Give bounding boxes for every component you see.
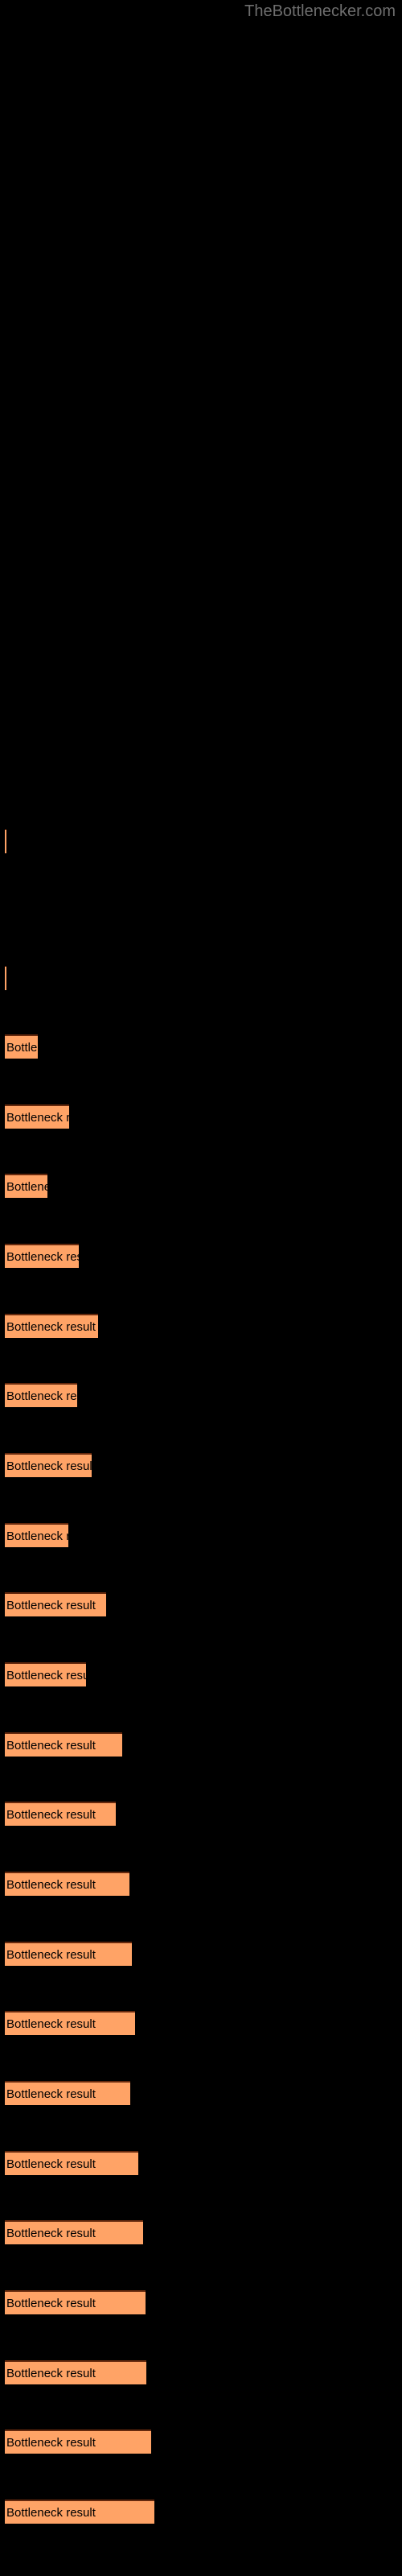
bottleneck-bar[interactable]: Bottleneck result <box>5 1942 132 1966</box>
bar-row: Bottleneck result <box>0 1104 402 1129</box>
bottleneck-bar[interactable]: Bottleneck result <box>5 1314 98 1338</box>
bar-clip: Bottleneck result <box>5 2290 146 2314</box>
bar-clip: Bottleneck result <box>5 1034 38 1059</box>
bottleneck-bar[interactable]: Bottleneck result <box>5 2290 146 2314</box>
bar-row <box>0 966 402 990</box>
bar-row: Bottleneck result <box>0 1802 402 1826</box>
bar-row: Bottleneck result <box>0 1732 402 1757</box>
bar-row: Bottleneck result <box>0 2500 402 2524</box>
bar-label: Bottleneck result <box>6 2017 96 2031</box>
bar-row <box>0 829 402 853</box>
bottleneck-bar[interactable]: Bottleneck result <box>5 1802 116 1826</box>
bottleneck-bar[interactable]: Bottleneck result <box>5 2151 138 2175</box>
bar-label: Bottleneck result <box>6 1459 92 1473</box>
bar-row: Bottleneck result <box>0 2081 402 2105</box>
bar-label: Bottleneck result <box>6 2436 96 2450</box>
bar-label: Bottleneck result <box>6 1878 96 1892</box>
bar-clip: Bottleneck result <box>5 1872 129 1896</box>
bar-row: Bottleneck result <box>0 1314 402 1338</box>
bar-row: Bottleneck result <box>0 2011 402 2035</box>
bar-clip: Bottleneck result <box>5 1662 86 1686</box>
bar-label: Bottleneck result <box>6 1808 96 1822</box>
bottleneck-bar[interactable]: Bottleneck result <box>5 1034 38 1059</box>
bar-clip: Bottleneck result <box>5 2500 154 2524</box>
bar-clip: Bottleneck result <box>5 1802 116 1826</box>
bar-clip: Bottleneck result <box>5 2220 143 2244</box>
bar-row: Bottleneck result <box>0 1034 402 1059</box>
bottleneck-bar[interactable]: Bottleneck result <box>5 2360 146 2384</box>
bar-clip: Bottleneck result <box>5 2011 135 2035</box>
bottleneck-bar[interactable]: Bottleneck result <box>5 1453 92 1477</box>
bar-row: Bottleneck result <box>0 2220 402 2244</box>
bar-label: Bottleneck result <box>6 1599 96 1612</box>
bar-clip <box>5 966 6 990</box>
bar-row: Bottleneck result <box>0 1174 402 1198</box>
bar-label: Bottleneck result <box>6 1180 47 1194</box>
bar-label: Bottleneck result <box>6 2506 96 2520</box>
bar-clip: Bottleneck result <box>5 1104 69 1129</box>
bar-clip: Bottleneck result <box>5 2151 138 2175</box>
bottleneck-bar[interactable]: Bottleneck result <box>5 1104 69 1129</box>
bar-row: Bottleneck result <box>0 1383 402 1407</box>
bottleneck-bar[interactable]: Bottleneck result <box>5 2220 143 2244</box>
bar-clip: Bottleneck result <box>5 1523 68 1547</box>
bar-label: Bottleneck result <box>6 1669 86 1682</box>
bar-clip: Bottleneck result <box>5 1592 106 1616</box>
bottleneck-bar[interactable]: Bottleneck result <box>5 2011 135 2035</box>
bar-clip: Bottleneck result <box>5 1314 98 1338</box>
bar-label: Bottleneck result <box>6 2367 96 2380</box>
bar-clip: Bottleneck result <box>5 1244 79 1268</box>
bottleneck-bar[interactable]: Bottleneck result <box>5 1732 122 1757</box>
bar-row: Bottleneck result <box>0 1592 402 1616</box>
bar-label: Bottleneck result <box>6 1250 79 1264</box>
bar-clip: Bottleneck result <box>5 1453 92 1477</box>
bar-label: Bottleneck result <box>6 1041 38 1055</box>
bar-row: Bottleneck result <box>0 1662 402 1686</box>
bottleneck-bar[interactable]: Bottleneck result <box>5 1523 68 1547</box>
bar-row: Bottleneck result <box>0 2429 402 2454</box>
bar-label: Bottleneck result <box>6 2157 96 2171</box>
bottleneck-bar[interactable]: Bottleneck result <box>5 2500 154 2524</box>
bar-clip <box>5 829 6 853</box>
bottleneck-bar-chart: Bottleneck result Bottleneck result Bottle… <box>0 0 402 2576</box>
bar-clip: Bottleneck result <box>5 2081 130 2105</box>
bar-clip: Bottleneck result <box>5 2429 151 2454</box>
bar-row: Bottleneck result <box>0 1942 402 1966</box>
bar-label: Bottleneck result <box>6 1739 96 1752</box>
bottleneck-bar[interactable]: Bottleneck result <box>5 2081 130 2105</box>
bar-label: Bottleneck result <box>6 2297 96 2310</box>
bottleneck-bar[interactable]: Bottleneck result <box>5 1662 86 1686</box>
bottleneck-bar[interactable]: Bottleneck result <box>5 1174 47 1198</box>
bar-label: Bottleneck result <box>6 1948 96 1962</box>
bar-label: Bottleneck result <box>6 1111 69 1125</box>
bar-row: Bottleneck result <box>0 1872 402 1896</box>
bar-row: Bottleneck result <box>0 2360 402 2384</box>
bottleneck-bar[interactable]: Bottleneck result <box>5 1383 77 1407</box>
bar-label: Bottleneck result <box>6 2227 96 2240</box>
bar-clip: Bottleneck result <box>5 1383 77 1407</box>
bottleneck-bar[interactable]: Bottleneck result <box>5 1592 106 1616</box>
bar-clip: Bottleneck result <box>5 1942 132 1966</box>
bar-row: Bottleneck result <box>0 1523 402 1547</box>
bar-row: Bottleneck result <box>0 1453 402 1477</box>
bar-label: Bottleneck result <box>6 1320 96 1334</box>
bar-clip: Bottleneck result <box>5 1174 47 1198</box>
bar-label: Bottleneck result <box>6 1389 77 1403</box>
bar-row: Bottleneck result <box>0 2290 402 2314</box>
bar-label: Bottleneck result <box>6 1530 68 1543</box>
bottleneck-bar[interactable] <box>5 966 6 990</box>
bar-label: Bottleneck result <box>6 2087 96 2101</box>
bottleneck-bar[interactable]: Bottleneck result <box>5 1244 79 1268</box>
bar-clip: Bottleneck result <box>5 1732 122 1757</box>
bar-clip: Bottleneck result <box>5 2360 146 2384</box>
bottleneck-bar[interactable] <box>5 829 6 853</box>
bottleneck-bar[interactable]: Bottleneck result <box>5 1872 129 1896</box>
bar-row: Bottleneck result <box>0 1244 402 1268</box>
bar-row: Bottleneck result <box>0 2151 402 2175</box>
bottleneck-bar[interactable]: Bottleneck result <box>5 2429 151 2454</box>
page-root: TheBottlenecker.com Bottleneck resultBot… <box>0 0 402 2576</box>
